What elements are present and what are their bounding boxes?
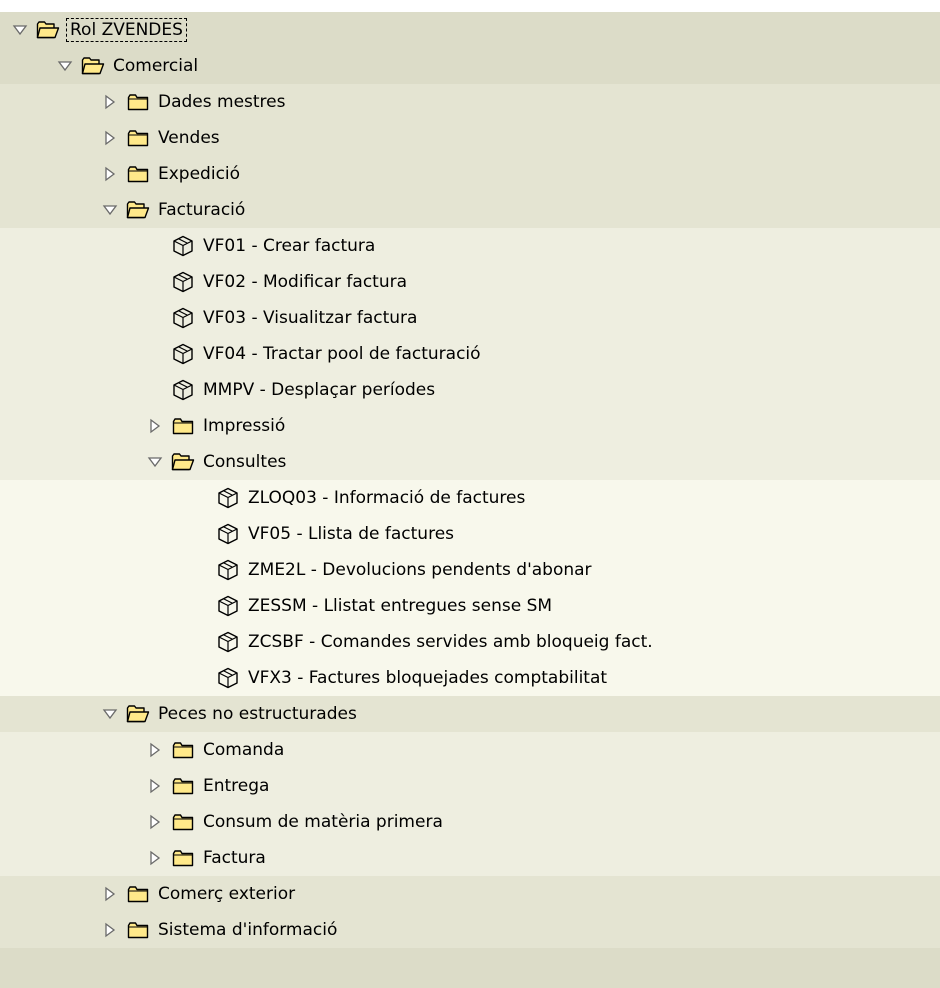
tree-folder-row[interactable]: Expedició xyxy=(0,156,940,192)
tree-transaction-row[interactable]: VF05 - Llista de factures xyxy=(0,516,940,552)
tree-node-label[interactable]: Vendes xyxy=(158,128,220,148)
folder-closed-icon xyxy=(171,848,195,868)
tree-folder-row[interactable]: Vendes xyxy=(0,120,940,156)
folder-closed-icon xyxy=(126,128,150,148)
tree-folder-row[interactable]: Consultes xyxy=(0,444,940,480)
tree-transaction-row[interactable]: ZME2L - Devolucions pendents d'abonar xyxy=(0,552,940,588)
tree-folder-row[interactable]: Consum de matèria primera xyxy=(0,804,940,840)
tree-node-label[interactable]: VF02 - Modificar factura xyxy=(203,272,407,292)
tree-node-label[interactable]: VF05 - Llista de factures xyxy=(248,524,454,544)
triangle-right-icon[interactable] xyxy=(145,812,165,832)
tree-folder-row[interactable]: Entrega xyxy=(0,768,940,804)
transaction-cube-icon xyxy=(216,595,240,617)
tree-transaction-row[interactable]: MMPV - Desplaçar períodes xyxy=(0,372,940,408)
folder-closed-icon xyxy=(171,740,195,760)
tree-node-label[interactable]: Sistema d'informació xyxy=(158,920,337,940)
tree-folder-row[interactable]: Factura xyxy=(0,840,940,876)
folder-open-icon xyxy=(171,452,195,472)
triangle-down-icon[interactable] xyxy=(145,452,165,472)
triangle-right-icon[interactable] xyxy=(145,416,165,436)
triangle-right-icon[interactable] xyxy=(100,128,120,148)
triangle-down-icon[interactable] xyxy=(100,704,120,724)
triangle-right-icon[interactable] xyxy=(145,776,165,796)
folder-closed-icon xyxy=(126,92,150,112)
transaction-cube-icon xyxy=(216,523,240,545)
folder-open-icon xyxy=(126,200,150,220)
folder-open-icon xyxy=(36,20,60,40)
triangle-right-icon[interactable] xyxy=(100,164,120,184)
tree-node-label[interactable]: Impressió xyxy=(203,416,285,436)
triangle-right-icon[interactable] xyxy=(100,92,120,112)
tree-folder-row[interactable]: Dades mestres xyxy=(0,84,940,120)
tree-node-label[interactable]: ZESSM - Llistat entregues sense SM xyxy=(248,596,552,616)
folder-open-icon xyxy=(126,704,150,724)
tree-node-label[interactable]: MMPV - Desplaçar períodes xyxy=(203,380,435,400)
transaction-cube-icon xyxy=(171,343,195,365)
folder-open-icon xyxy=(81,56,105,76)
transaction-cube-icon xyxy=(216,559,240,581)
folder-closed-icon xyxy=(171,416,195,436)
folder-closed-icon xyxy=(126,920,150,940)
tree-node-label[interactable]: VFX3 - Factures bloquejades comptabilita… xyxy=(248,668,607,688)
triangle-right-icon[interactable] xyxy=(100,920,120,940)
tree-folder-row[interactable]: Impressió xyxy=(0,408,940,444)
triangle-right-icon[interactable] xyxy=(100,884,120,904)
tree-folder-row[interactable]: Rol ZVENDES xyxy=(0,12,940,48)
transaction-cube-icon xyxy=(171,379,195,401)
tree-node-label[interactable]: Comanda xyxy=(203,740,284,760)
tree-folder-row[interactable]: Facturació xyxy=(0,192,940,228)
tree-node-label[interactable]: ZCSBF - Comandes servides amb bloqueig f… xyxy=(248,632,653,652)
tree-node-label[interactable]: Comerç exterior xyxy=(158,884,295,904)
tree-node-label[interactable]: Comercial xyxy=(113,56,198,76)
triangle-down-icon[interactable] xyxy=(10,20,30,40)
transaction-cube-icon xyxy=(171,271,195,293)
tree-node-label[interactable]: VF03 - Visualitzar factura xyxy=(203,308,417,328)
tree-transaction-row[interactable]: ZESSM - Llistat entregues sense SM xyxy=(0,588,940,624)
tree-node-label[interactable]: VF01 - Crear factura xyxy=(203,236,375,256)
triangle-down-icon[interactable] xyxy=(100,200,120,220)
tree-folder-row[interactable]: Peces no estructurades xyxy=(0,696,940,732)
transaction-cube-icon xyxy=(216,631,240,653)
tree-node-label[interactable]: Peces no estructurades xyxy=(158,704,357,724)
tree-node-label[interactable]: Factura xyxy=(203,848,266,868)
tree-folder-row[interactable]: Sistema d'informació xyxy=(0,912,940,948)
transaction-cube-icon xyxy=(216,667,240,689)
transaction-cube-icon xyxy=(171,307,195,329)
transaction-cube-icon xyxy=(216,487,240,509)
tree-node-label[interactable]: Expedició xyxy=(158,164,240,184)
folder-closed-icon xyxy=(126,164,150,184)
menu-tree: Rol ZVENDES Comercial Dades mestres Vendes E… xyxy=(0,12,940,948)
tree-folder-row[interactable]: Comanda xyxy=(0,732,940,768)
tree-folder-row[interactable]: Comercial xyxy=(0,48,940,84)
tree-node-label[interactable]: ZME2L - Devolucions pendents d'abonar xyxy=(248,560,592,580)
folder-closed-icon xyxy=(126,884,150,904)
tree-node-label[interactable]: Consultes xyxy=(203,452,286,472)
triangle-right-icon[interactable] xyxy=(145,740,165,760)
tree-bottom-filler xyxy=(0,948,940,988)
tree-node-label[interactable]: Entrega xyxy=(203,776,269,796)
triangle-down-icon[interactable] xyxy=(55,56,75,76)
tree-transaction-row[interactable]: VF03 - Visualitzar factura xyxy=(0,300,940,336)
tree-transaction-row[interactable]: VF01 - Crear factura xyxy=(0,228,940,264)
folder-closed-icon xyxy=(171,776,195,796)
tree-transaction-row[interactable]: VF02 - Modificar factura xyxy=(0,264,940,300)
tree-node-label[interactable]: VF04 - Tractar pool de facturació xyxy=(203,344,481,364)
tree-node-label[interactable]: ZLOQ03 - Informació de factures xyxy=(248,488,525,508)
tree-transaction-row[interactable]: VFX3 - Factures bloquejades comptabilita… xyxy=(0,660,940,696)
tree-transaction-row[interactable]: ZCSBF - Comandes servides amb bloqueig f… xyxy=(0,624,940,660)
tree-node-label[interactable]: Consum de matèria primera xyxy=(203,812,443,832)
tree-node-label[interactable]: Dades mestres xyxy=(158,92,286,112)
folder-closed-icon xyxy=(171,812,195,832)
tree-node-label[interactable]: Rol ZVENDES xyxy=(66,18,187,42)
tree-transaction-row[interactable]: ZLOQ03 - Informació de factures xyxy=(0,480,940,516)
tree-transaction-row[interactable]: VF04 - Tractar pool de facturació xyxy=(0,336,940,372)
transaction-cube-icon xyxy=(171,235,195,257)
triangle-right-icon[interactable] xyxy=(145,848,165,868)
tree-folder-row[interactable]: Comerç exterior xyxy=(0,876,940,912)
tree-node-label[interactable]: Facturació xyxy=(158,200,245,220)
